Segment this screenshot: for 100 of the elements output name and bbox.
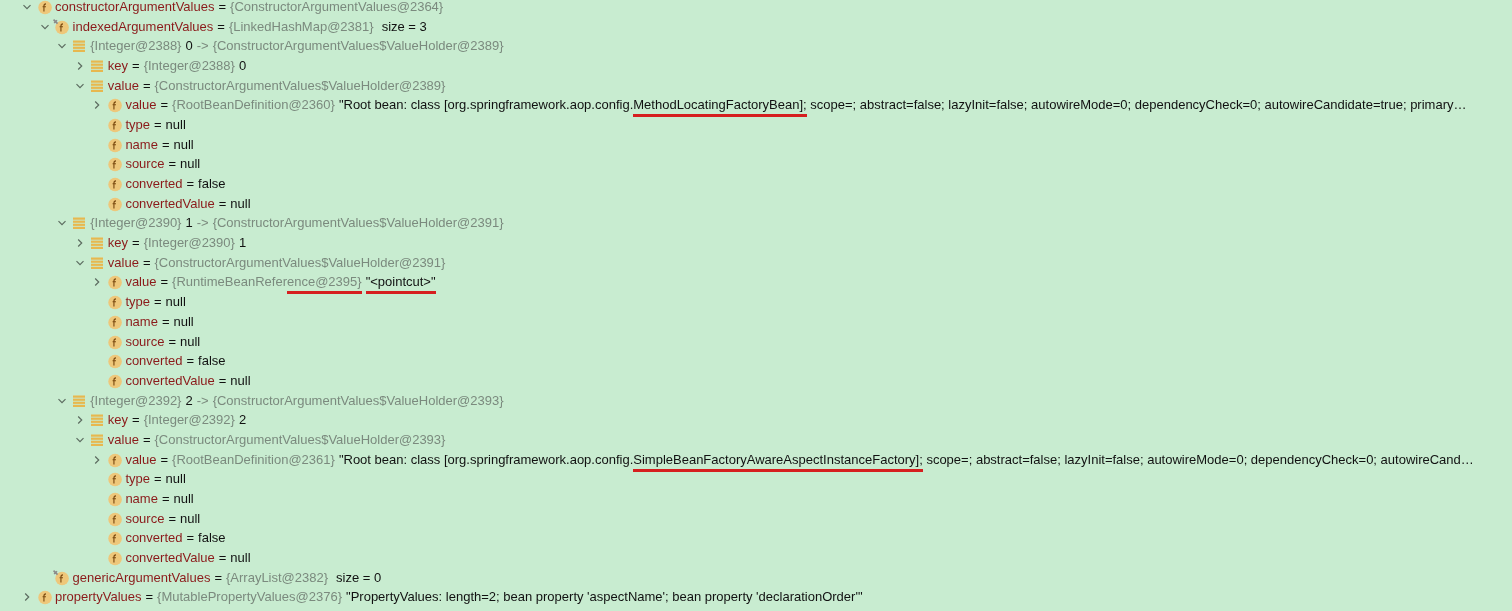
value-text: = bbox=[142, 77, 151, 94]
field-icon bbox=[105, 491, 123, 508]
value-text: false bbox=[198, 530, 226, 547]
type-label: {ConstructorArgumentValues$ValueHolder@2389} bbox=[212, 38, 504, 55]
type-label: {RuntimeBeanReference@2395} bbox=[172, 274, 362, 291]
list-icon bbox=[73, 394, 86, 407]
value-text: null bbox=[180, 333, 201, 350]
value-text: 1 bbox=[238, 235, 247, 252]
type-label: {RootBeanDefinition@2361} bbox=[172, 451, 335, 468]
type-label: {RootBeanDefinition@2360} bbox=[172, 97, 335, 114]
type-label: {Integer@2390} bbox=[90, 215, 182, 232]
value-text: false bbox=[198, 353, 226, 370]
value-text: = bbox=[142, 254, 151, 271]
type-label: {ConstructorArgumentValues$ValueHolder@2393} bbox=[212, 392, 504, 409]
list-icon bbox=[73, 217, 86, 230]
value-text: = bbox=[132, 412, 140, 429]
variable-name: converted bbox=[125, 353, 183, 370]
variable-name: name bbox=[125, 491, 158, 508]
value-text: null bbox=[180, 510, 201, 527]
variable-name: convertedValue bbox=[125, 372, 215, 389]
value-text: null bbox=[180, 156, 201, 173]
value-text: = bbox=[186, 176, 195, 193]
field-icon bbox=[105, 372, 123, 389]
variable-name: convertedValue bbox=[125, 195, 215, 212]
field-icon bbox=[35, 0, 53, 15]
variable-name: constructorArgumentValues bbox=[55, 0, 215, 15]
variable-name: value bbox=[125, 451, 157, 468]
value-text: = bbox=[132, 235, 140, 252]
value-text: = bbox=[218, 550, 227, 567]
marked-field-icon bbox=[53, 569, 71, 586]
value-text: 2 bbox=[185, 392, 193, 409]
field-icon bbox=[105, 353, 123, 370]
type-label: {ArrayList@2382} bbox=[226, 569, 329, 586]
value-text: = bbox=[161, 136, 170, 153]
variable-name: convertedValue bbox=[125, 550, 215, 567]
variable-name: type bbox=[125, 471, 150, 488]
value-text: false bbox=[198, 176, 226, 193]
list-icon bbox=[90, 256, 103, 269]
value-text: "Root bean: class [org.springframework.aop.config.MethodLocatingFactoryBean]; scope=; abstract=false; lazyInit=false; autowireMode=0; dependencyCheck=0; autowireCandidate=true; primary… bbox=[338, 97, 1467, 114]
value-text: = bbox=[153, 294, 162, 311]
value-text: = bbox=[186, 353, 195, 370]
variable-name: source bbox=[125, 156, 165, 173]
type-label: {MutablePropertyValues@2376} bbox=[157, 589, 343, 606]
field-icon bbox=[105, 176, 123, 193]
field-icon bbox=[35, 589, 53, 606]
type-label: {Integer@2392} bbox=[143, 412, 235, 429]
list-icon bbox=[90, 237, 103, 250]
type-label: {LinkedHashMap@2381} bbox=[228, 18, 374, 35]
type-label: {Integer@2390} bbox=[143, 235, 235, 252]
field-icon bbox=[105, 136, 123, 153]
value-text: null bbox=[230, 550, 251, 567]
value-text: null bbox=[165, 116, 186, 133]
type-label: -> bbox=[196, 38, 209, 55]
value-text: = bbox=[168, 510, 176, 527]
field-icon bbox=[105, 510, 123, 527]
field-icon bbox=[105, 313, 123, 330]
value-text: 2 bbox=[238, 412, 247, 429]
value-text: = bbox=[218, 372, 227, 389]
field-icon bbox=[105, 550, 123, 567]
list-icon bbox=[73, 40, 86, 53]
value-text: null bbox=[230, 195, 251, 212]
value-text: = bbox=[142, 431, 151, 448]
value-text: = bbox=[160, 451, 169, 468]
value-text: "PropertyValues: length=2; bean property 'aspectName'; bean property 'declarationOrder'" bbox=[346, 589, 863, 606]
value-text: = bbox=[161, 313, 170, 330]
type-label: {Integer@2388} bbox=[143, 57, 235, 74]
value-text: = bbox=[132, 57, 140, 74]
variable-name: converted bbox=[125, 530, 183, 547]
expand-chevron-icon[interactable] bbox=[22, 592, 32, 603]
value-text: = bbox=[153, 116, 162, 133]
variable-name: key bbox=[107, 235, 129, 252]
value-text: = bbox=[160, 97, 169, 114]
field-icon bbox=[105, 471, 123, 488]
variable-name: value bbox=[107, 77, 139, 94]
value-text: null bbox=[165, 471, 186, 488]
value-text: = bbox=[168, 156, 176, 173]
variable-name: genericArgumentValues bbox=[72, 569, 211, 586]
list-icon bbox=[90, 59, 103, 72]
marked-field-icon bbox=[53, 18, 71, 35]
type-label: {ConstructorArgumentValues@2364} bbox=[230, 0, 444, 15]
list-icon bbox=[90, 433, 103, 446]
field-icon bbox=[105, 97, 123, 114]
field-icon bbox=[105, 294, 123, 311]
size-label: size = 0 bbox=[336, 569, 382, 586]
value-text: = bbox=[145, 589, 154, 606]
field-icon bbox=[105, 274, 123, 291]
variable-name: name bbox=[125, 313, 158, 330]
variable-name: key bbox=[107, 412, 129, 429]
variable-name: type bbox=[125, 294, 150, 311]
value-text: = bbox=[218, 195, 227, 212]
type-label: -> bbox=[196, 215, 209, 232]
value-text: null bbox=[230, 372, 251, 389]
type-label: {ConstructorArgumentValues$ValueHolder@2391} bbox=[154, 254, 446, 271]
value-text: "<pointcut>" bbox=[365, 274, 436, 291]
value-text: = bbox=[153, 471, 162, 488]
value-text: = bbox=[161, 491, 170, 508]
variable-name: value bbox=[125, 274, 157, 291]
type-label: {ConstructorArgumentValues$ValueHolder@2393} bbox=[154, 431, 446, 448]
field-icon bbox=[105, 451, 123, 468]
value-text: = bbox=[168, 333, 176, 350]
